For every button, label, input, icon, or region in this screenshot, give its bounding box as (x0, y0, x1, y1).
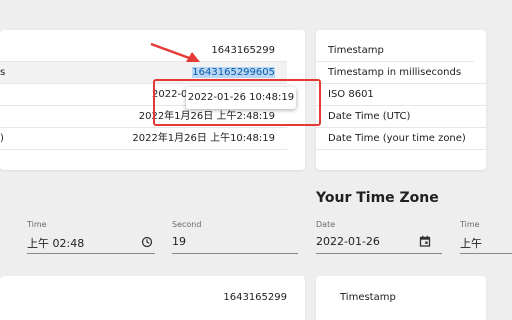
annotation-box (153, 79, 321, 126)
date-field-label: Date (316, 220, 336, 229)
table-row: Timestamp (316, 40, 474, 62)
local-datetime-value: 2022年1月26日 上午10:48:19 (132, 133, 275, 144)
time2-field[interactable]: 上午 (460, 235, 482, 251)
time-field-underline (27, 253, 155, 254)
date-field-underline (316, 253, 442, 254)
timestamp-labels-card: Timestamp Timestamp in milliseconds ISO … (316, 30, 486, 170)
row-label-fragment: s (0, 67, 6, 78)
table-row: ISO 8601 (316, 84, 486, 106)
bottom-labels-card: Timestamp (316, 276, 486, 320)
date-field[interactable]: 2022-01-26 (316, 235, 380, 248)
timestamp-seconds-value: 1643165299 (211, 45, 275, 56)
annotation-arrow-icon (150, 42, 200, 62)
bottom-timestamp-value: 1643165299 (223, 292, 287, 303)
table-row: Date Time (your time zone) (316, 128, 486, 150)
time-field[interactable]: 上午 02:48 (27, 235, 84, 251)
time2-field-label: Time (460, 220, 480, 229)
utc-datetime-label: Date Time (UTC) (328, 111, 411, 122)
bottom-values-card: 1643165299 (0, 276, 305, 320)
section-title: Your Time Zone (316, 190, 439, 206)
time2-field-underline (460, 253, 512, 254)
time-field-label: Time (27, 220, 47, 229)
row-label-fragment: ) (0, 133, 4, 144)
table-row: 1643165299 (0, 40, 287, 62)
clock-icon[interactable] (141, 236, 153, 248)
table-row: ) 2022年1月26日 上午10:48:19 (0, 128, 287, 150)
second-field-label: Second (172, 220, 202, 229)
timestamp-ms-label: Timestamp in milliseconds (328, 67, 462, 78)
local-datetime-label: Date Time (your time zone) (328, 133, 466, 144)
calendar-icon[interactable] (419, 235, 431, 247)
second-field[interactable]: 19 (172, 235, 186, 248)
timestamp-label: Timestamp (328, 45, 384, 56)
table-row: Timestamp in milliseconds (316, 62, 486, 84)
bottom-timestamp-label: Timestamp (340, 292, 396, 303)
iso-8601-label: ISO 8601 (328, 89, 374, 100)
second-field-underline (172, 253, 298, 254)
timestamp-milliseconds-value[interactable]: 1643165299605 (192, 67, 275, 78)
table-row: Date Time (UTC) (316, 106, 486, 128)
